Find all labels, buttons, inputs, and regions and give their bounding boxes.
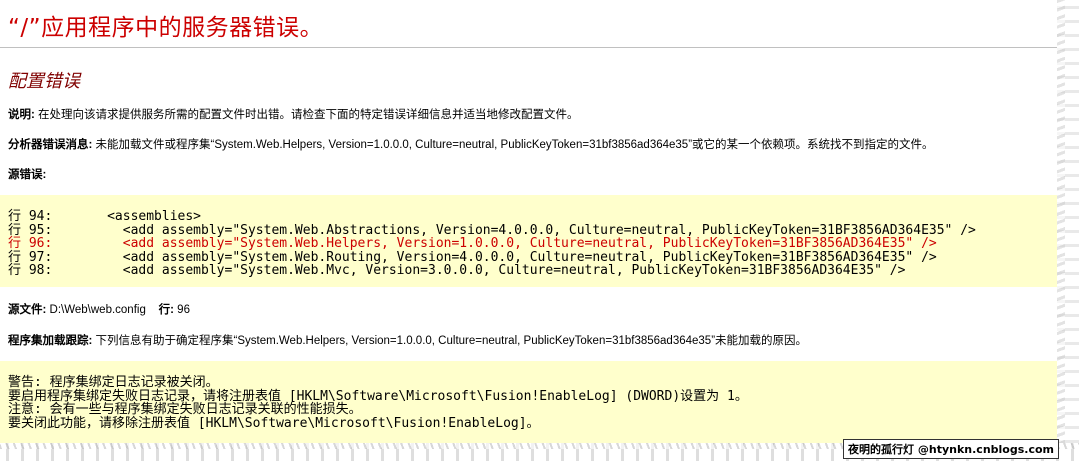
assembly-trace-line: 程序集加载跟踪: 下列信息有助于确定程序集“System.Web.Helpers… bbox=[8, 332, 807, 348]
title-divider bbox=[0, 47, 1060, 48]
error-subtitle: 配置错误 bbox=[8, 71, 80, 92]
description-label: 说明: bbox=[8, 109, 35, 121]
trace-line-1: 警告: 程序集绑定日志记录被关闭。 bbox=[8, 375, 219, 390]
page-title: “/”应用程序中的服务器错误。 bbox=[8, 15, 324, 41]
source-file-label: 源文件: bbox=[8, 304, 47, 316]
description-line: 说明: 在处理向该请求提供服务所需的配置文件时出错。请检查下面的特定错误详细信息… bbox=[8, 106, 579, 122]
trace-line-3: 注意: 会有一些与程序集绑定失败日志记录关联的性能损失。 bbox=[8, 402, 362, 418]
source-line-96-error: 行 96: <add assembly="System.Web.Helpers,… bbox=[8, 236, 937, 252]
source-line-98: 行 98: <add assembly="System.Web.Mvc, Ver… bbox=[8, 263, 906, 279]
source-code-block: 行 94: <assemblies> 行 95: <add assembly="… bbox=[0, 195, 1060, 287]
source-error-heading: 源错误: bbox=[8, 166, 46, 182]
source-file-path: D:\Web\web.config bbox=[46, 304, 146, 316]
source-line-94: 行 94: <assemblies> bbox=[8, 209, 202, 224]
description-text: 在处理向该请求提供服务所需的配置文件时出错。请检查下面的特定错误详细信息并适当地… bbox=[34, 109, 579, 121]
assembly-trace-text: 下列信息有助于确定程序集“System.Web.Helpers, Version… bbox=[92, 335, 808, 347]
trace-code-block: 警告: 程序集绑定日志记录被关闭。 要启用程序集绑定失败日志记录，请将注册表值 … bbox=[0, 361, 1060, 445]
source-file-line: 源文件: D:\Web\web.config 行: 96 bbox=[8, 301, 190, 317]
source-line-97: 行 97: <add assembly="System.Web.Routing,… bbox=[8, 249, 937, 265]
source-error-label: 源错误: bbox=[8, 169, 47, 181]
source-line-95: 行 95: <add assembly="System.Web.Abstract… bbox=[8, 222, 976, 238]
torn-edge-right bbox=[1057, 0, 1079, 461]
assembly-trace-label: 程序集加载跟踪: bbox=[8, 335, 93, 347]
trace-line-4: 要关闭此功能，请移除注册表值 [HKLM\Software\Microsoft\… bbox=[8, 415, 540, 431]
error-page: “/”应用程序中的服务器错误。 配置错误 说明: 在处理向该请求提供服务所需的配… bbox=[0, 0, 1060, 445]
parser-error-text: 未能加载文件或程序集“System.Web.Helpers, Version=1… bbox=[92, 139, 934, 151]
parser-error-label: 分析器错误消息: bbox=[8, 139, 93, 151]
source-line-label: 行: bbox=[158, 304, 174, 316]
watermark-badge: 夜明的孤行灯 @htynkn.cnblogs.com bbox=[843, 439, 1059, 459]
parser-error-line: 分析器错误消息: 未能加载文件或程序集“System.Web.Helpers, … bbox=[8, 136, 934, 152]
source-line-value: 96 bbox=[173, 304, 190, 316]
